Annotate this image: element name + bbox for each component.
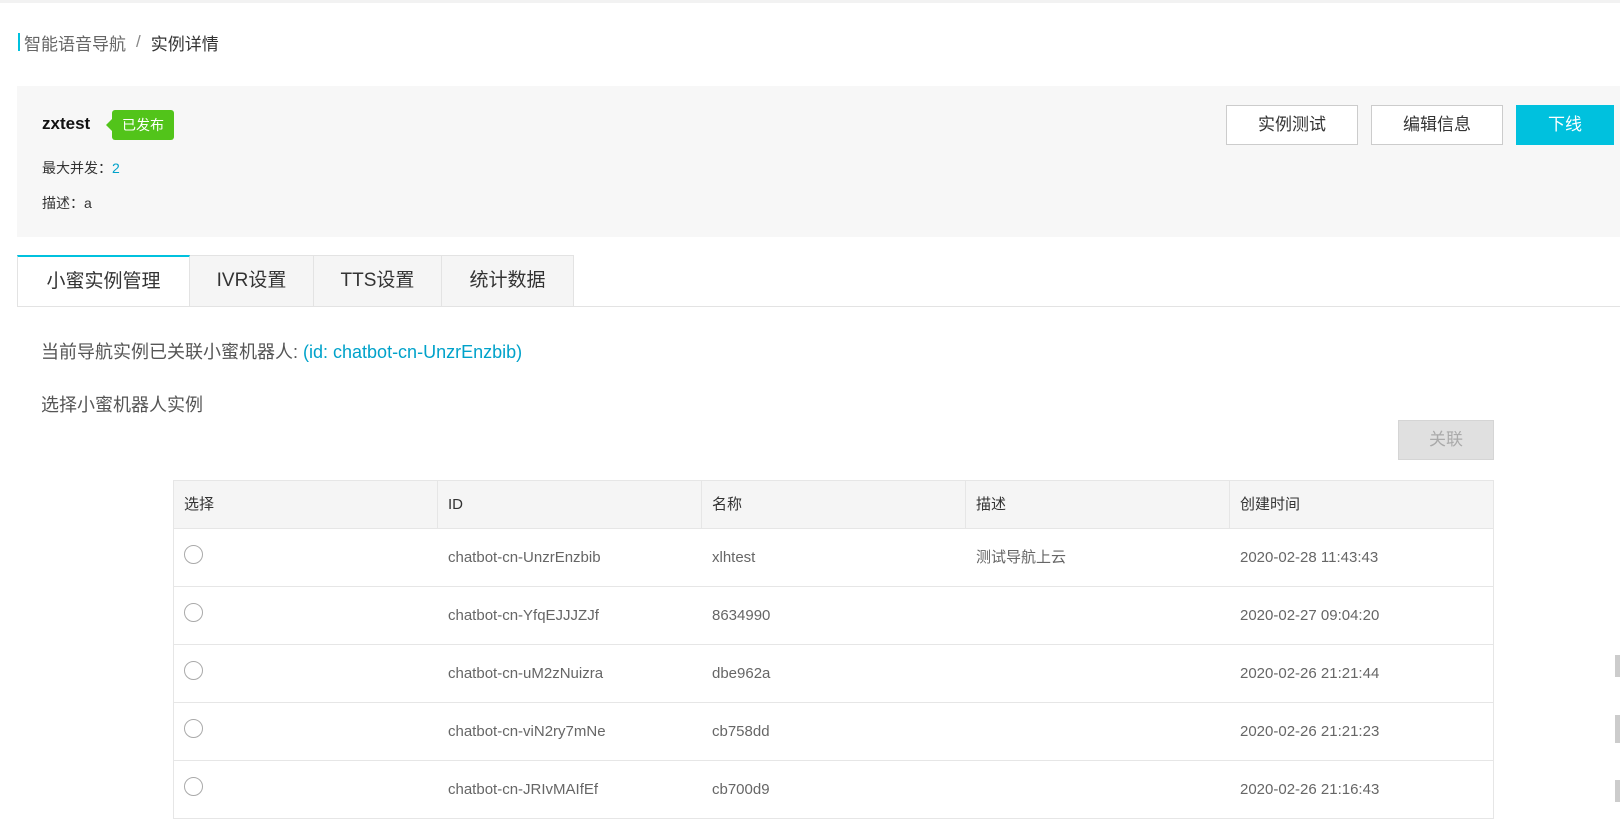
name-cell: dbe962a (712, 665, 771, 682)
select-radio[interactable] (184, 718, 203, 738)
instance-description: 描述：a (42, 193, 92, 213)
tab-xiaomi-instance[interactable]: 小蜜实例管理 (17, 255, 190, 307)
select-radio[interactable] (184, 660, 203, 680)
id-cell: chatbot-cn-UnzrEnzbib (448, 549, 601, 566)
column-header-description: 描述 (966, 481, 1230, 528)
linked-bot-text: 当前导航实例已关联小蜜机器人: (41, 342, 304, 362)
select-cell (174, 529, 438, 586)
bot-instance-table: 选择 ID 名称 描述 创建时间 chatbot-cn-UnzrEnzbib x… (173, 480, 1494, 819)
breadcrumb-separator: / (136, 32, 141, 51)
scroll-edge-mark (1615, 655, 1620, 677)
table-row: chatbot-cn-JRIvMAIfEf cb700d9 2020-02-26… (174, 761, 1493, 819)
name-cell: cb700d9 (712, 781, 770, 798)
max-concurrency-label: 最大并发： (42, 160, 112, 176)
tab-bar-underline (17, 306, 1620, 307)
instance-name: zxtest (42, 114, 91, 133)
offline-button[interactable]: 下线 (1516, 105, 1614, 145)
created-cell: 2020-02-26 21:16:43 (1240, 781, 1380, 798)
description-cell (966, 645, 1230, 702)
id-cell: chatbot-cn-YfqEJJJZJf (448, 607, 599, 624)
select-cell (174, 587, 438, 644)
max-concurrency-value: 2 (112, 160, 120, 176)
select-radio[interactable] (184, 776, 203, 796)
description-cell (966, 761, 1230, 818)
instance-info-panel: zxtest 已发布 最大并发：2 描述：a 实例测试 编辑信息 下线 (17, 86, 1620, 237)
select-cell (174, 703, 438, 760)
column-header-id: ID (438, 481, 702, 528)
tab-tts-settings[interactable]: TTS设置 (314, 255, 442, 307)
id-cell: chatbot-cn-uM2zNuizra (448, 665, 604, 682)
status-badge: 已发布 (106, 110, 174, 140)
table-row: chatbot-cn-UnzrEnzbib xlhtest 测试导航上云 202… (174, 529, 1493, 587)
linked-bot-info: 当前导航实例已关联小蜜机器人: (id: chatbot-cn-UnzrEnzb… (41, 338, 522, 364)
table-header: 选择 ID 名称 描述 创建时间 (174, 481, 1493, 529)
select-radio[interactable] (184, 602, 203, 622)
table-row: chatbot-cn-viN2ry7mNe cb758dd 2020-02-26… (174, 703, 1493, 761)
scroll-edge-mark (1615, 715, 1620, 743)
edit-info-button[interactable]: 编辑信息 (1371, 105, 1503, 145)
select-cell (174, 645, 438, 702)
description-cell (966, 587, 1230, 644)
select-cell (174, 761, 438, 818)
column-header-created: 创建时间 (1240, 496, 1301, 513)
name-cell: cb758dd (712, 723, 770, 740)
tab-bar: 小蜜实例管理 IVR设置 TTS设置 统计数据 (17, 255, 574, 307)
description-cell (966, 703, 1230, 760)
description-cell: 测试导航上云 (976, 549, 1067, 566)
created-cell: 2020-02-27 09:04:20 (1240, 607, 1380, 624)
breadcrumb-current: 实例详情 (150, 34, 219, 54)
id-cell: chatbot-cn-viN2ry7mNe (448, 723, 606, 740)
description-value: a (84, 195, 92, 211)
name-cell: xlhtest (712, 549, 756, 566)
linked-bot-id: (id: chatbot-cn-UnzrEnzbib) (303, 342, 523, 362)
column-header-select: 选择 (174, 481, 438, 528)
top-divider (0, 0, 1620, 3)
breadcrumb-parent-link[interactable]: 智能语音导航 (24, 30, 126, 55)
id-cell: chatbot-cn-JRIvMAIfEf (448, 781, 599, 798)
tab-ivr-settings[interactable]: IVR设置 (190, 255, 314, 307)
created-cell: 2020-02-26 21:21:23 (1240, 723, 1380, 740)
table-row: chatbot-cn-uM2zNuizra dbe962a 2020-02-26… (174, 645, 1493, 703)
created-cell: 2020-02-28 11:43:43 (1240, 549, 1379, 566)
table-row: chatbot-cn-YfqEJJJZJf 8634990 2020-02-27… (174, 587, 1493, 645)
description-label: 描述： (42, 195, 84, 211)
breadcrumb: 智能语音导航 / 实例详情 (18, 30, 219, 55)
name-cell: 8634990 (712, 607, 771, 624)
column-header-name: 名称 (702, 481, 966, 528)
breadcrumb-accent-bar (18, 33, 20, 51)
link-bot-button[interactable]: 关联 (1398, 420, 1494, 460)
created-cell: 2020-02-26 21:21:44 (1240, 665, 1380, 682)
scroll-edge-mark (1615, 780, 1620, 802)
instance-test-button[interactable]: 实例测试 (1226, 105, 1358, 145)
max-concurrency: 最大并发：2 (42, 158, 120, 178)
select-radio[interactable] (184, 544, 203, 564)
select-bot-title: 选择小蜜机器人实例 (41, 395, 203, 415)
tab-statistics[interactable]: 统计数据 (442, 255, 574, 307)
